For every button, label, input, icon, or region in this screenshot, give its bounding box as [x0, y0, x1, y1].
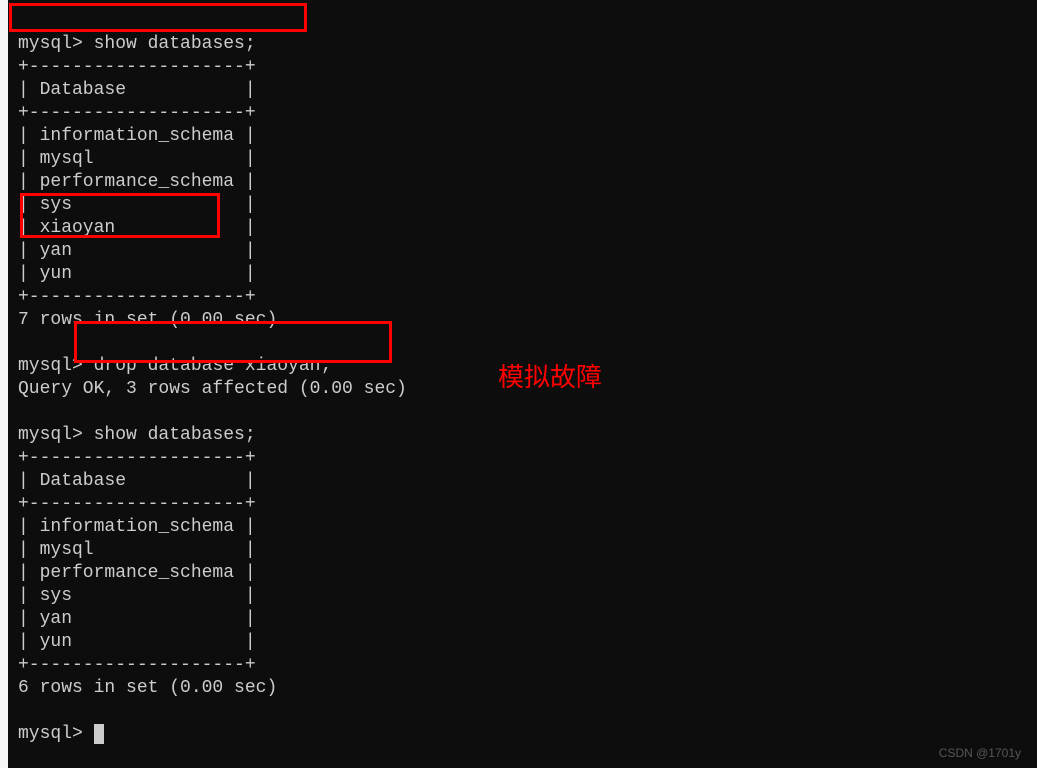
table-row: | sys | [18, 195, 256, 215]
command-show-databases-2: show databases; [94, 425, 256, 445]
command-show-databases-1: show databases; [94, 34, 256, 54]
table-row: | performance_schema | [18, 563, 256, 583]
table-header: | Database | [18, 471, 256, 491]
table-border: +--------------------+ [18, 448, 256, 468]
table-border: +--------------------+ [18, 103, 256, 123]
table-row: | information_schema | [18, 517, 256, 537]
left-edge-border [0, 0, 8, 768]
command-drop-database: drop database xiaoyan; [94, 356, 332, 376]
table-row: | performance_schema | [18, 172, 256, 192]
table-row: | yun | [18, 632, 256, 652]
table-row: | yan | [18, 609, 256, 629]
terminal-cursor[interactable] [94, 724, 104, 744]
table-row: | mysql | [18, 149, 256, 169]
watermark: CSDN @1701y [939, 746, 1021, 760]
table-header: | Database | [18, 80, 256, 100]
prompt: mysql> [18, 425, 83, 445]
table-border: +--------------------+ [18, 57, 256, 77]
result-summary: 6 rows in set (0.00 sec) [18, 678, 277, 698]
prompt: mysql> [18, 724, 83, 744]
table-row: | yun | [18, 264, 256, 284]
query-result: Query OK, 3 rows affected (0.00 sec) [18, 379, 407, 399]
annotation-simulate-fault: 模拟故障 [498, 357, 602, 394]
table-border: +--------------------+ [18, 287, 256, 307]
table-row: | yan | [18, 241, 256, 261]
table-row: | information_schema | [18, 126, 256, 146]
prompt: mysql> [18, 34, 83, 54]
table-row: | xiaoyan | [18, 218, 256, 238]
prompt: mysql> [18, 356, 83, 376]
table-row: | mysql | [18, 540, 256, 560]
table-border: +--------------------+ [18, 655, 256, 675]
table-border: +--------------------+ [18, 494, 256, 514]
table-row: | sys | [18, 586, 256, 606]
result-summary: 7 rows in set (0.00 sec) [18, 310, 277, 330]
